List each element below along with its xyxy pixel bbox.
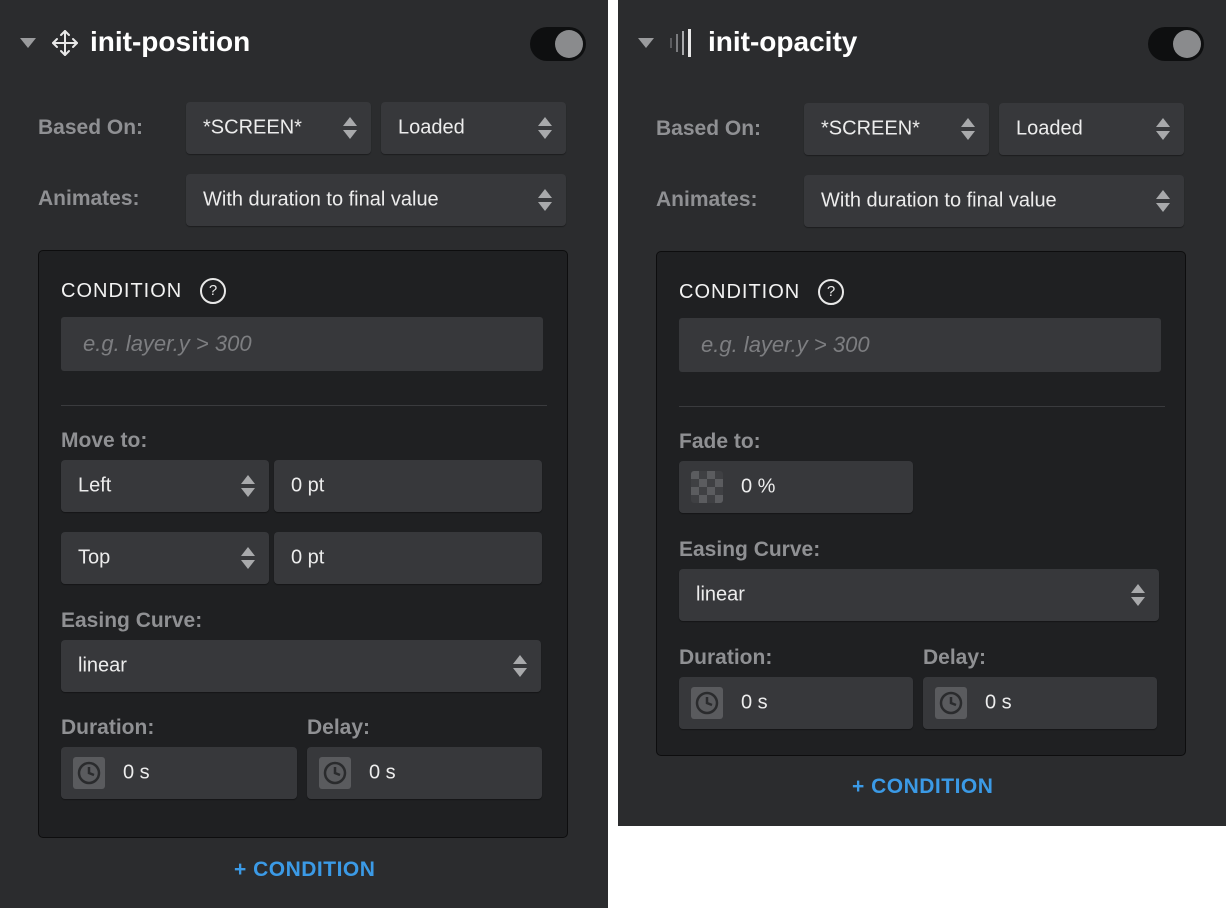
delay-label: Delay:	[923, 646, 987, 669]
panel-title: init-position	[90, 26, 251, 57]
move-prop-select-top[interactable]: Top	[61, 532, 269, 584]
select-arrows-icon	[1156, 190, 1170, 212]
duration-value: 0 s	[123, 761, 150, 784]
toggle-knob	[555, 30, 583, 58]
move-value-field-left[interactable]: 0 pt	[274, 460, 542, 512]
animates-select[interactable]: With duration to final value	[804, 175, 1184, 227]
clock-icon	[319, 757, 351, 789]
animates-value: With duration to final value	[821, 189, 1057, 212]
clock-icon	[935, 687, 967, 719]
panel-header[interactable]: init-opacity	[618, 0, 1226, 88]
select-arrows-icon	[241, 547, 255, 569]
delay-label: Delay:	[307, 716, 371, 739]
select-arrows-icon	[1156, 118, 1170, 140]
divider	[61, 405, 547, 406]
trigger-select[interactable]: Loaded	[999, 103, 1184, 155]
trigger-select[interactable]: Loaded	[381, 102, 566, 154]
enable-toggle[interactable]	[530, 27, 586, 61]
duration-field[interactable]: 0 s	[61, 747, 297, 799]
panel-header[interactable]: init-position	[0, 0, 608, 88]
easing-label: Easing Curve:	[679, 538, 821, 561]
animation-panel-init-position: init-position Based On: *SCREEN* Loaded …	[0, 0, 608, 908]
clock-icon	[73, 757, 105, 789]
based-on-value: *SCREEN*	[203, 116, 302, 139]
delay-value: 0 s	[985, 691, 1012, 714]
select-arrows-icon	[1131, 584, 1145, 606]
select-arrows-icon	[513, 655, 527, 677]
duration-value: 0 s	[741, 691, 768, 714]
based-on-label: Based On:	[38, 116, 144, 139]
easing-value: linear	[78, 654, 127, 677]
select-arrows-icon	[961, 118, 975, 140]
condition-input-wrap	[61, 317, 543, 371]
condition-input[interactable]	[61, 317, 543, 371]
delay-field[interactable]: 0 s	[307, 747, 542, 799]
based-on-label: Based On:	[656, 117, 762, 140]
fade-value-field[interactable]: 0 %	[679, 461, 913, 513]
select-arrows-icon	[538, 117, 552, 139]
move-value: 0 pt	[291, 546, 325, 569]
fade-value: 0 %	[741, 475, 776, 498]
condition-box: CONDITION ? Move to: Left 0 pt Top 0 pt …	[38, 250, 568, 838]
condition-title: CONDITION	[61, 280, 183, 302]
delay-value: 0 s	[369, 761, 396, 784]
trigger-value: Loaded	[398, 116, 465, 139]
duration-label: Duration:	[61, 716, 155, 739]
collapse-caret-icon[interactable]	[638, 38, 654, 48]
move-value-field-top[interactable]: 0 pt	[274, 532, 542, 584]
move-prop-value: Top	[78, 546, 111, 569]
move-to-label: Move to:	[61, 429, 148, 452]
trigger-value: Loaded	[1016, 117, 1083, 140]
fade-to-label: Fade to:	[679, 430, 761, 453]
easing-select[interactable]: linear	[679, 569, 1159, 621]
opacity-bars-icon	[670, 29, 691, 57]
add-condition-button[interactable]: + CONDITION	[852, 775, 993, 799]
select-arrows-icon	[538, 189, 552, 211]
select-arrows-icon	[241, 475, 255, 497]
enable-toggle[interactable]	[1148, 27, 1204, 61]
condition-input[interactable]	[679, 318, 1161, 372]
opacity-checker-icon	[691, 471, 723, 503]
help-icon[interactable]: ?	[818, 279, 844, 305]
condition-title: CONDITION	[679, 281, 801, 303]
duration-field[interactable]: 0 s	[679, 677, 913, 729]
move-prop-value: Left	[78, 474, 112, 497]
divider	[679, 406, 1165, 407]
easing-select[interactable]: linear	[61, 640, 541, 692]
based-on-select[interactable]: *SCREEN*	[804, 103, 989, 155]
panel-title: init-opacity	[708, 26, 858, 57]
toggle-knob	[1173, 30, 1201, 58]
move-prop-select-left[interactable]: Left	[61, 460, 269, 512]
easing-label: Easing Curve:	[61, 609, 203, 632]
condition-input-wrap	[679, 318, 1161, 372]
add-condition-button[interactable]: + CONDITION	[234, 858, 375, 882]
animates-value: With duration to final value	[203, 188, 439, 211]
animates-label: Animates:	[656, 188, 758, 211]
animates-label: Animates:	[38, 187, 140, 210]
based-on-select[interactable]: *SCREEN*	[186, 102, 371, 154]
collapse-caret-icon[interactable]	[20, 38, 36, 48]
based-on-value: *SCREEN*	[821, 117, 920, 140]
clock-icon	[691, 687, 723, 719]
animation-panel-init-opacity: init-opacity Based On: *SCREEN* Loaded A…	[618, 0, 1226, 826]
help-icon[interactable]: ?	[200, 278, 226, 304]
duration-label: Duration:	[679, 646, 773, 669]
easing-value: linear	[696, 583, 745, 606]
select-arrows-icon	[343, 117, 357, 139]
move-value: 0 pt	[291, 474, 325, 497]
move-arrows-icon	[52, 30, 78, 56]
delay-field[interactable]: 0 s	[923, 677, 1157, 729]
animates-select[interactable]: With duration to final value	[186, 174, 566, 226]
condition-box: CONDITION ? Fade to: 0 % Easing Curve: l…	[656, 251, 1186, 756]
